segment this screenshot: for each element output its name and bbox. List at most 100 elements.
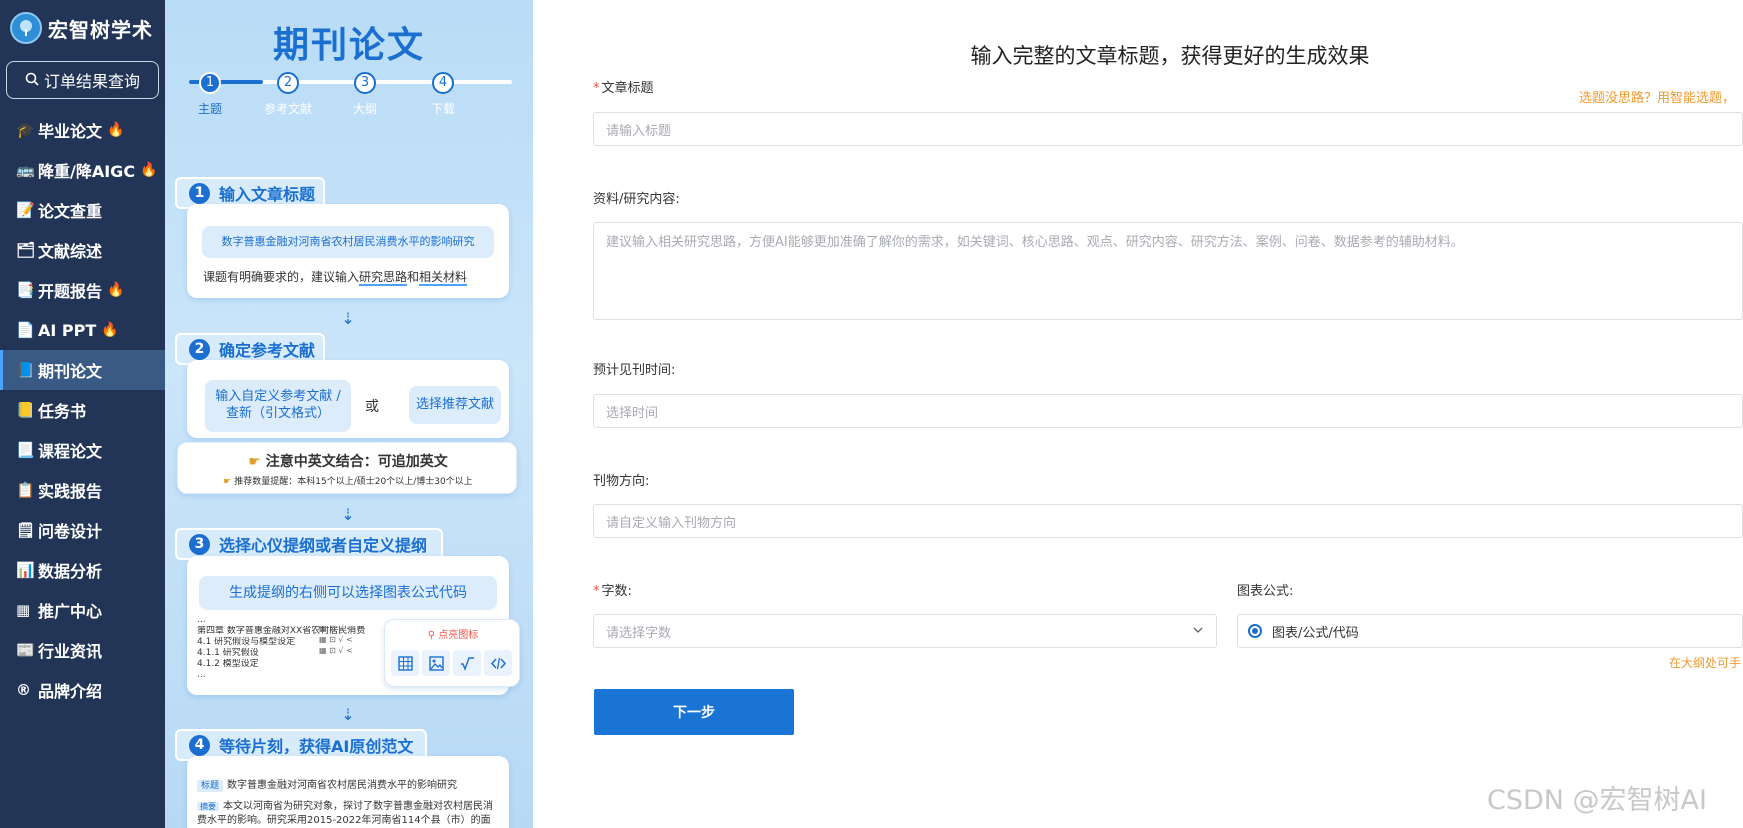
outline-hint: 在大纲处可手 [1669,656,1742,670]
sidebar-item-0[interactable]: 🎓 毕业论文 🔥 [0,110,165,150]
practice-report-icon: 📋 [16,481,35,499]
sidebar-item-6[interactable]: 📘 期刊论文 [0,350,165,390]
sidebar-item-13[interactable]: 📰 行业资讯 [0,630,165,670]
sidebar-item-12[interactable]: ▦ 推广中心 [0,590,165,630]
step-label: 主题 [197,102,222,116]
sidebar-item-label: 实践报告 [38,482,103,501]
brand-name: 宏智树学术 [48,17,153,42]
chart-formula-option[interactable]: 图表/公式/代码 [1237,614,1743,648]
survey-icon: 🗒 [16,521,36,539]
popup-title-text: 点亮图标 [438,630,479,641]
code-icon[interactable] [484,650,512,676]
sidebar-item-2[interactable]: 📝 论文查重 [0,190,165,230]
brand-logo[interactable]: 宏智树学术 [0,0,165,56]
article-title-input[interactable]: 请输入标题 [593,112,1743,146]
sidebar-item-label: 任务书 [38,402,87,421]
word-count-label-text: 字数: [601,584,632,599]
required-mark: * [593,81,600,96]
section-4-number: 4 [189,734,210,756]
tip-and: 和 [407,270,420,284]
formula-icon[interactable] [453,650,481,676]
glyph-row: ▦ ⊡ √ < [319,635,353,644]
section-3-title: 选择心仪提纲或者自定义提纲 [219,536,428,555]
tree-logo-icon [10,12,42,44]
tip-prefix: 课题有明确要求的，建议输入 [203,270,360,284]
watermark: CSDN @宏智树AI [1487,785,1707,816]
section-4-card: 标题 数字普惠金融对河南省农村居民消费水平的影响研究 摘要 本文以河南省为研究对象，… [187,756,509,828]
sidebar-item-label: 推广中心 [38,602,103,621]
next-step-button[interactable]: 下一步 [594,689,794,735]
section-3-number: 3 [189,533,210,555]
reference-count-note-text: 推荐数量提醒：本科15个以上/硕士20个以上/博士30个以上 [234,477,473,487]
bus-icon: 🚌 [16,161,35,179]
section-2-number: 2 [189,338,210,360]
sidebar-item-7[interactable]: 📒 任务书 [0,390,165,430]
step-label: 下载 [430,102,455,116]
order-result-query-button[interactable]: 订单结果查询 [6,61,159,99]
chevron-down-icon [1192,624,1204,640]
step-number: 1 [199,72,221,94]
custom-reference-button[interactable]: 输入自定义参考文献 /查新（引文格式） [205,380,351,432]
grid-icon: ▦ [16,601,31,619]
table-icon[interactable] [391,650,419,676]
material-label: 资料/研究内容: [593,192,680,207]
material-textarea[interactable]: 建议输入相关研究思路，方便AI能够更加准确了解你的需求，如关键词、核心思路、观点… [593,222,1743,320]
word-count-placeholder: 请选择字数 [606,625,672,641]
recommended-reference-button[interactable]: 选择推荐文献 [409,386,501,424]
document-check-icon: 📝 [16,201,35,219]
list-card-icon: 🗂 [16,241,36,259]
sidebar-item-3[interactable]: 🗂 文献综述 [0,230,165,270]
publish-date-picker[interactable]: 选择时间 [593,394,1743,428]
section-2-title: 确定参考文献 [219,341,316,360]
fire-icon: 🔥 [101,322,119,338]
sidebar-item-label: 毕业论文 [38,122,103,141]
fire-icon: 🔥 [107,122,125,138]
graduation-cap-icon: 🎓 [16,121,35,139]
sidebar-item-9[interactable]: 📋 实践报告 [0,470,165,510]
news-icon: 📰 [16,641,35,659]
outline-line: 4.1.2 模型设定 [197,659,259,669]
sidebar: 宏智树学术 订单结果查询 🎓 毕业论文 🔥 🚌 降重/降AIGC 🔥 📝 论文查重 🗂 文献综述 📑… [0,0,165,828]
sidebar-item-4[interactable]: 📑 开题报告 🔥 [0,270,165,310]
smart-topic-link[interactable]: 选题没思路？用智能选题， [1579,87,1735,106]
sidebar-item-10[interactable]: 🗒 问卷设计 [0,510,165,550]
step-number: 2 [277,72,299,94]
result-title-text: 数字普惠金融对河南省农村居民消费水平的影响研究 [227,780,458,791]
journal-direction-input[interactable]: 请自定义输入刊物方向 [593,504,1743,538]
step-number: 4 [432,72,454,94]
glyph-row: ▦ ⊡ √ < [319,646,353,655]
radio-selected-icon[interactable] [1248,624,1262,638]
reference-count-note: ☛ 推荐数量提醒：本科15个以上/硕士20个以上/博士30个以上 [178,474,518,487]
outline-banner: 生成提纲的右侧可以选择图表公式代码 [199,576,497,610]
step-label: 参考文献 [263,102,312,116]
abstract-tag: 摘要 [197,802,219,811]
step-progress: 1 主题 2 参考文献 3 大纲 4 下载 [177,72,522,122]
article-title-label: * 文章标题 [593,77,654,96]
article-title-label-text: 文章标题 [601,81,654,96]
sidebar-item-14[interactable]: ® 品牌介绍 [0,670,165,710]
step-1: 1 主题 [180,72,240,117]
sidebar-item-label: 问卷设计 [38,522,103,541]
result-title-line: 标题 数字普惠金融对河南省农村居民消费水平的影响研究 [197,776,458,792]
step-4: 4 下载 [413,72,473,117]
step-label: 大纲 [352,102,377,116]
outline-tool-glyphs: ▦ ⊡ √ < ▦ ⊡ √ < ▦ ⊡ √ < [319,623,367,656]
sidebar-item-5[interactable]: 📄 AI PPT 🔥 [0,310,165,350]
popup-title: ⚲ 点亮图标 [385,626,521,641]
sidebar-item-8[interactable]: 📃 课程论文 [0,430,165,470]
image-icon[interactable] [422,650,450,676]
chart-formula-label: 图表公式: [1237,584,1294,599]
step-3: 3 大纲 [335,72,395,117]
report-icon: 📑 [16,281,35,299]
sidebar-item-label: 行业资讯 [38,642,103,661]
sidebar-item-11[interactable]: 📊 数据分析 [0,550,165,590]
sidebar-item-label: 期刊论文 [38,362,103,381]
sidebar-item-1[interactable]: 🚌 降重/降AIGC 🔥 [0,150,165,190]
language-note: ☛ 注意中英文结合：可追加英文 [178,451,518,471]
step-2: 2 参考文献 [258,72,318,117]
sidebar-item-label: 文献综述 [38,242,103,261]
sidebar-item-label: 数据分析 [38,562,103,581]
section-1-tip: 课题有明确要求的，建议输入研究思路和相关材料 [203,268,468,286]
word-count-select[interactable]: 请选择字数 [593,614,1217,648]
chart-formula-option-label: 图表/公式/代码 [1272,625,1359,641]
